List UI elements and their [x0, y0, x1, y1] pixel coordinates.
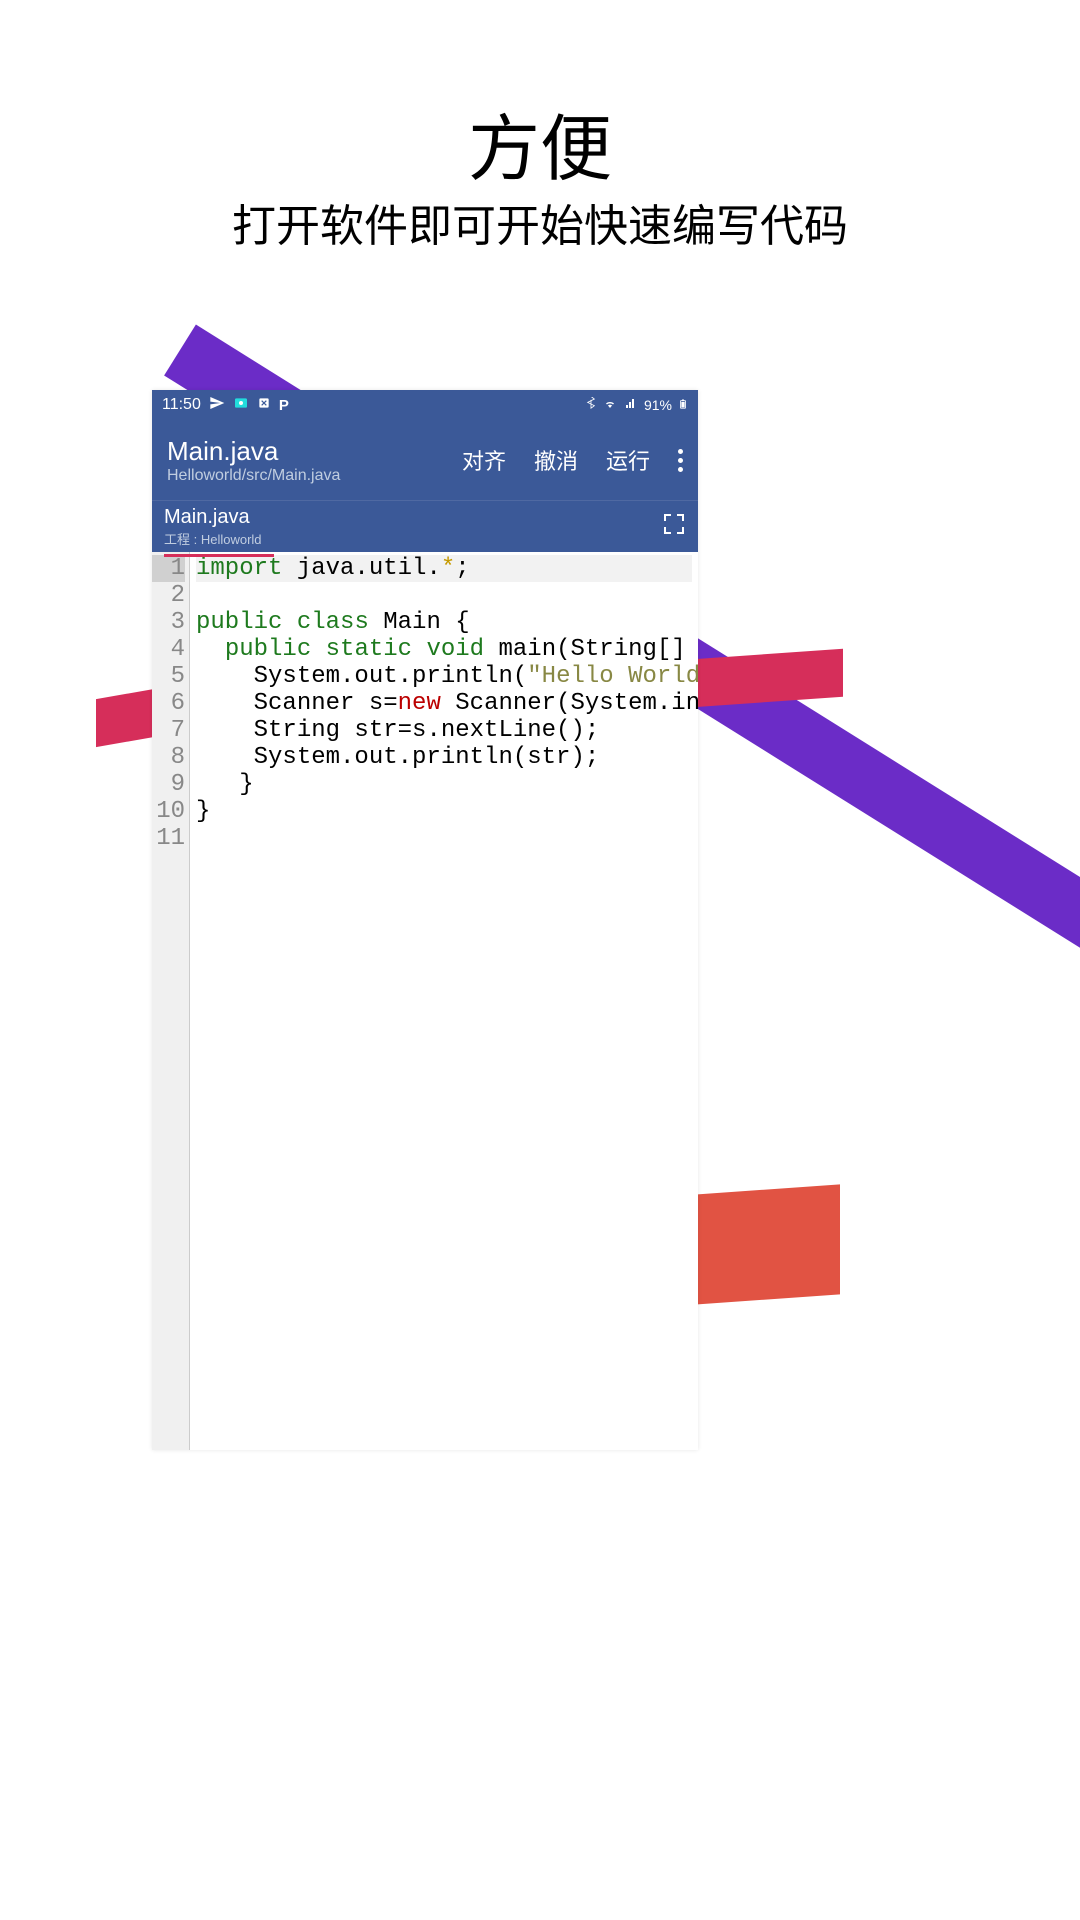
p-icon: P [279, 397, 289, 414]
tab-name: Main.java [164, 506, 262, 529]
code-line[interactable]: System.out.println("Hello World [196, 663, 692, 690]
line-number: 3 [152, 609, 185, 636]
wifi-icon [602, 397, 618, 413]
code-content[interactable]: import java.util.*; public class Main { … [190, 552, 698, 1450]
decor-red-bar-right [680, 1184, 840, 1305]
code-line[interactable]: Scanner s=new Scanner(System.in [196, 690, 692, 717]
tab-main-java[interactable]: Main.java 工程 : Helloworld [164, 506, 262, 548]
battery-icon [678, 396, 688, 415]
code-editor[interactable]: 1234567891011 import java.util.*; public… [152, 552, 698, 1450]
line-number: 2 [152, 582, 185, 609]
align-button[interactable]: 对齐 [462, 444, 506, 476]
run-button[interactable]: 运行 [606, 444, 650, 476]
status-time: 11:50 [162, 396, 201, 414]
line-number-gutter: 1234567891011 [152, 552, 190, 1450]
promo-subtitle: 打开软件即可开始快速编写代码 [0, 190, 1080, 254]
notification-icon [257, 396, 271, 415]
file-path: Helloworld/src/Main.java [167, 467, 340, 485]
promo-title: 方便 [0, 90, 1080, 195]
camera-icon [233, 395, 249, 416]
phone-screenshot: 11:50 P 91% [152, 390, 698, 1450]
tab-bar: Main.java 工程 : Helloworld [152, 500, 698, 552]
bluetooth-icon [586, 397, 596, 414]
code-line[interactable]: public class Main { [196, 609, 692, 636]
code-line[interactable]: public static void main(String[] [196, 636, 692, 663]
telegram-icon [209, 395, 225, 416]
code-line[interactable]: import java.util.*; [196, 555, 692, 582]
line-number: 5 [152, 663, 185, 690]
code-line[interactable]: } [196, 771, 692, 798]
code-line[interactable]: System.out.println(str); [196, 744, 692, 771]
code-line[interactable]: String str=s.nextLine(); [196, 717, 692, 744]
tab-project: 工程 : Helloworld [164, 529, 262, 548]
undo-button[interactable]: 撤消 [534, 444, 578, 476]
more-menu-button[interactable] [678, 449, 683, 472]
line-number: 4 [152, 636, 185, 663]
decor-red-bar-mid [693, 649, 843, 707]
line-number: 1 [152, 555, 185, 582]
line-number: 9 [152, 771, 185, 798]
expand-icon[interactable] [662, 512, 686, 542]
line-number: 7 [152, 717, 185, 744]
code-line[interactable] [196, 825, 692, 852]
code-line[interactable] [196, 582, 692, 609]
signal-icon [624, 397, 638, 413]
tab-underline [164, 554, 274, 557]
battery-percent: 91% [644, 397, 672, 413]
line-number: 6 [152, 690, 185, 717]
app-bar: Main.java Helloworld/src/Main.java 对齐 撤消… [152, 420, 698, 500]
line-number: 10 [152, 798, 185, 825]
line-number: 8 [152, 744, 185, 771]
file-title: Main.java [167, 436, 340, 467]
status-bar: 11:50 P 91% [152, 390, 698, 420]
line-number: 11 [152, 825, 185, 852]
code-line[interactable]: } [196, 798, 692, 825]
